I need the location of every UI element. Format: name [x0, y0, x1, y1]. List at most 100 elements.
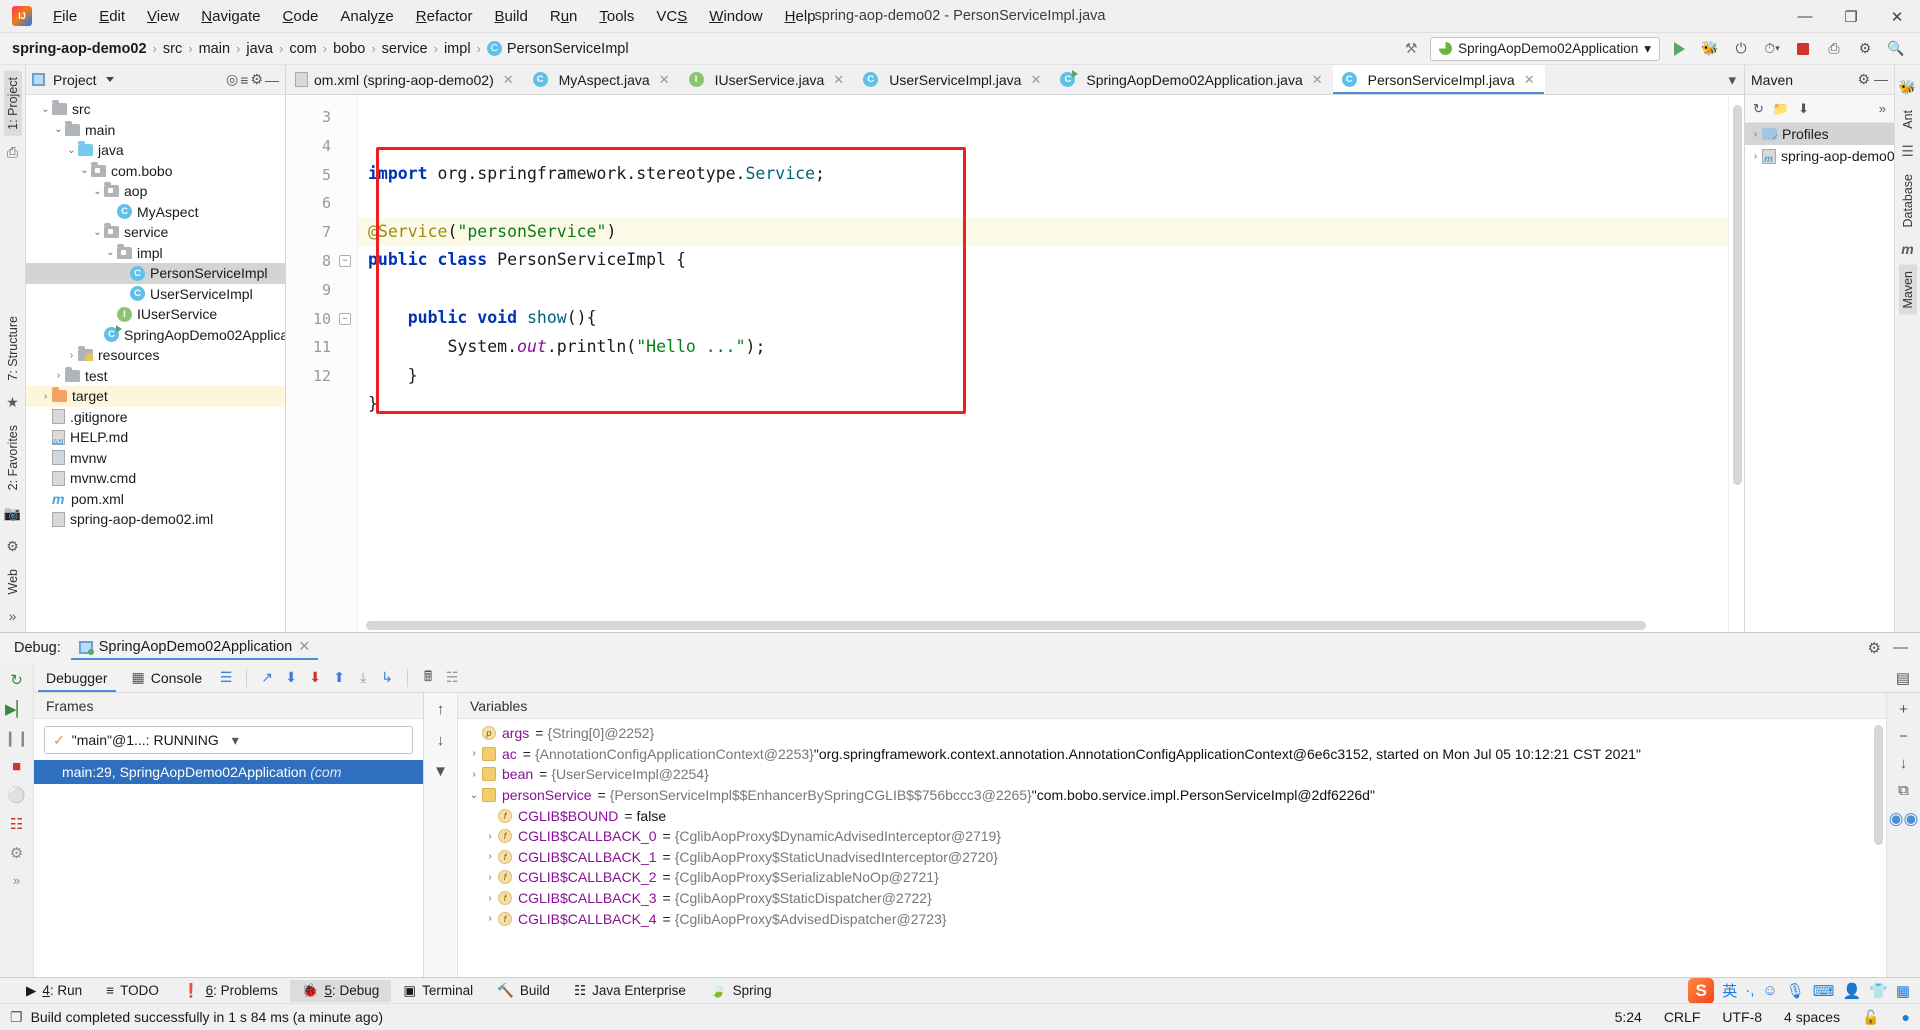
tree-node-test[interactable]: › test [26, 366, 285, 387]
gutter-line-12[interactable]: 12 [286, 362, 357, 391]
tree-expand-arrow-icon[interactable]: › [1749, 129, 1762, 140]
emoji-icon[interactable]: ☺ [1762, 982, 1777, 999]
more-icon[interactable]: » [1879, 101, 1886, 116]
menu-code[interactable]: Code [272, 4, 330, 29]
variables-scrollbar[interactable] [1874, 725, 1883, 845]
tree-node-main[interactable]: ⌄ main [26, 120, 285, 141]
rail-ant-button[interactable]: Ant [1899, 104, 1917, 135]
settings-gear-icon[interactable]: ⚙ [1857, 71, 1870, 88]
rail-project-button[interactable]: 1: Project [3, 71, 22, 136]
close-icon[interactable]: ✕ [1030, 72, 1041, 88]
tree-expand-arrow-icon[interactable]: ⌄ [52, 124, 65, 135]
breadcrumb-com[interactable]: com [289, 41, 316, 57]
editor-horizontal-scrollbar[interactable] [366, 621, 1646, 630]
tree-expand-arrow-icon[interactable]: ⌄ [65, 145, 78, 156]
close-icon[interactable]: ✕ [1312, 72, 1323, 88]
force-step-into-icon[interactable]: ⬇ [303, 666, 327, 690]
variable-row-cglib-callback-4[interactable]: › f CGLIB$CALLBACK_4 = {CglibAopProxy$Advise… [458, 908, 1886, 929]
restore-layout-icon[interactable]: ▤ [1896, 669, 1920, 687]
variable-row-ac[interactable]: › ac = {AnnotationConfigApplicationContext@… [458, 744, 1886, 765]
code-fold-icon[interactable]: − [339, 312, 351, 325]
tree-expand-arrow-icon[interactable]: › [52, 370, 65, 381]
tree-node-com-bobo[interactable]: ⌄ com.bobo [26, 161, 285, 182]
keyboard-icon[interactable]: ⌨ [1813, 982, 1835, 1000]
close-icon[interactable]: ✕ [1524, 72, 1535, 88]
readonly-lock-icon[interactable]: 🔓 [1862, 1009, 1879, 1026]
layout-icon[interactable]: ☰ [214, 666, 238, 690]
breadcrumb-bobo[interactable]: bobo [333, 41, 365, 57]
code-line-11[interactable]: } [358, 390, 1728, 419]
tree-node-spring-aop-demo02-iml[interactable]: spring-aop-demo02.iml [26, 509, 285, 530]
search-icon[interactable]: 🔍 [1884, 37, 1908, 61]
tree-expand-arrow-icon[interactable]: › [482, 851, 498, 862]
more-icon[interactable]: » [13, 873, 20, 888]
caret-position[interactable]: 5:24 [1615, 1009, 1642, 1025]
tree-expand-arrow-icon[interactable]: ⌄ [466, 790, 482, 801]
toolwindow-button-5-debug[interactable]: 🐞 5: Debug [289, 979, 392, 1002]
breadcrumb-file[interactable]: C PersonServiceImpl [486, 41, 629, 57]
down-icon[interactable]: ↓ [1900, 755, 1908, 772]
step-out-icon[interactable]: ⬆ [327, 666, 351, 690]
ime-language-icon[interactable]: 英 [1722, 980, 1737, 1001]
indent-setting[interactable]: 4 spaces [1784, 1009, 1840, 1025]
tree-expand-arrow-icon[interactable]: ⌄ [104, 247, 117, 258]
up-arrow-icon[interactable]: ↑ [437, 701, 445, 718]
settings-gear-icon[interactable]: ⚙ [1868, 639, 1881, 657]
code-line-4[interactable] [358, 189, 1728, 218]
maximize-button[interactable]: ❐ [1828, 0, 1874, 33]
tree-node-target[interactable]: › target [26, 386, 285, 407]
collapse-all-icon[interactable]: ≡ [240, 72, 248, 88]
toolwindow-button-todo[interactable]: ≡ TODO [94, 980, 171, 1001]
tree-expand-arrow-icon[interactable]: ⌄ [39, 104, 52, 115]
tree-expand-arrow-icon[interactable]: › [1749, 151, 1762, 162]
toolwindow-button-spring[interactable]: 🍃 Spring [698, 980, 784, 1002]
tab-console[interactable]: ▦ Console [120, 664, 215, 691]
variable-row-cglib-callback-0[interactable]: › f CGLIB$CALLBACK_0 = {CglibAopProxy$Dynami… [458, 826, 1886, 847]
filter-icon[interactable]: ▼ [433, 763, 448, 780]
variables-tree[interactable]: p args = {String[0]@2252} › ac = {AnnotationCon… [458, 719, 1886, 977]
maven-tree[interactable]: › Profiles › spring-aop-demo02 [1745, 123, 1902, 167]
copy-icon[interactable]: ⧉ [1898, 782, 1909, 799]
tree-expand-arrow-icon[interactable]: › [482, 831, 498, 842]
toolwindow-button-build[interactable]: 🔨 Build [485, 980, 562, 1002]
editor-code[interactable]: import org.springframework.stereotype.Se… [358, 95, 1728, 632]
tree-expand-arrow-icon[interactable]: › [39, 391, 52, 402]
gutter-line-7[interactable]: 7 [286, 218, 357, 247]
tree-node-userserviceimpl[interactable]: C UserServiceImpl [26, 284, 285, 305]
debug-button[interactable]: 🐝 [1698, 37, 1722, 61]
download-sources-icon[interactable]: ⬇ [1798, 101, 1809, 117]
menu-edit[interactable]: Edit [88, 4, 136, 29]
editor-tab-userserviceimpl-java[interactable]: C UserServiceImpl.java ✕ [854, 65, 1051, 94]
gutter-line-6[interactable]: 6 [286, 189, 357, 218]
editor-vertical-scrollbar[interactable] [1733, 105, 1742, 485]
maven-node-profiles[interactable]: › Profiles [1745, 123, 1894, 145]
menu-run[interactable]: Run [539, 4, 589, 29]
toolwindow-button-6-problems[interactable]: ❗ 6: Problems [171, 980, 290, 1002]
menu-build[interactable]: Build [483, 4, 538, 29]
tree-node-service[interactable]: ⌄ service [26, 222, 285, 243]
glasses-icon[interactable]: ◉◉ [1889, 809, 1919, 829]
sogou-ime-icon[interactable]: S [1688, 977, 1715, 1004]
line-separator[interactable]: CRLF [1664, 1009, 1701, 1025]
menu-help[interactable]: Help [774, 4, 827, 29]
gutter-line-11[interactable]: 11 [286, 333, 357, 362]
profile-button[interactable]: ⏱ ▾ [1760, 37, 1784, 61]
variable-row-cglib-callback-1[interactable]: › f CGLIB$CALLBACK_1 = {CglibAopProxy$Static… [458, 847, 1886, 868]
add-maven-project-icon[interactable]: 📁 [1773, 101, 1789, 117]
editor-gutter[interactable]: 3 4 5 6 7−8 9−10 11 12 [286, 95, 358, 632]
editor-tab-springaopdemo02application-java[interactable]: C SpringAopDemo02Application.java ✕ [1051, 65, 1332, 94]
code-line-5[interactable]: @Service("personService") [358, 217, 1728, 247]
breadcrumb-src[interactable]: src [163, 41, 182, 57]
close-icon[interactable]: ✕ [659, 72, 670, 88]
tree-node-resources[interactable]: › resources [26, 345, 285, 366]
step-over-icon[interactable]: ↗ [255, 666, 279, 690]
commit-icon[interactable]: ⎙ [7, 144, 18, 161]
view-breakpoints-icon[interactable]: ☷ [10, 815, 23, 833]
variable-row-bean[interactable]: › bean = {UserServiceImpl@2254} [458, 764, 1886, 785]
code-line-9[interactable]: System.out.println("Hello ..."); [358, 333, 1728, 362]
variable-row-cglib-callback-3[interactable]: › f CGLIB$CALLBACK_3 = {CglibAopProxy$Static… [458, 888, 1886, 909]
close-icon[interactable]: ✕ [503, 72, 514, 88]
gutter-line-3[interactable]: 3 [286, 103, 357, 132]
tree-node-impl[interactable]: ⌄ impl [26, 243, 285, 264]
variable-row-args[interactable]: p args = {String[0]@2252} [458, 723, 1886, 744]
